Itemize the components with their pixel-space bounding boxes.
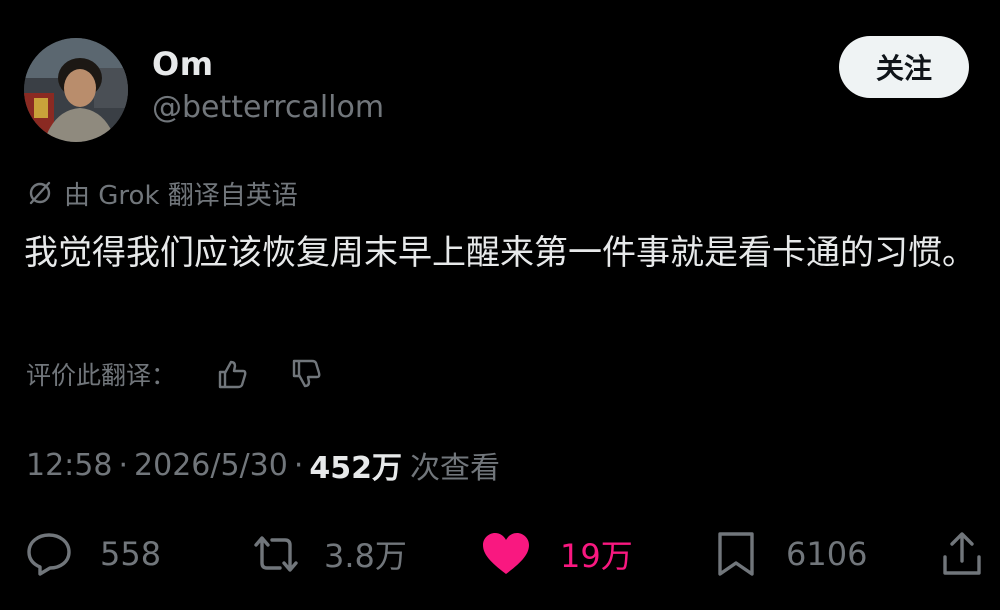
bookmark-count: 6106	[786, 535, 868, 573]
retweet-count: 3.8万	[324, 537, 407, 575]
reply-button[interactable]: 558	[24, 524, 161, 584]
thumbs-down-icon[interactable]	[288, 356, 324, 392]
share-button[interactable]	[940, 524, 984, 584]
thumbs-up-icon[interactable]	[214, 356, 250, 392]
tweet-meta: 12:58 · 2026/5/30 · 452万 次查看	[26, 443, 501, 487]
bookmark-icon	[714, 529, 758, 579]
reply-icon	[24, 529, 74, 579]
like-button[interactable]: 19万	[480, 524, 633, 584]
retweet-button[interactable]: 3.8万	[248, 524, 407, 584]
meta-separator: ·	[118, 447, 129, 483]
reply-count: 558	[100, 535, 162, 573]
action-bar: 558 3.8万 19万 6106	[0, 524, 1000, 584]
rate-translation-label: 评价此翻译：	[26, 361, 177, 390]
tweet-text: 我觉得我们应该恢复周末早上醒来第一件事就是看卡通的习惯。	[24, 233, 976, 273]
avatar[interactable]	[24, 38, 128, 142]
translation-notice[interactable]: 由 Grok 翻译自英语	[26, 176, 298, 211]
views-label: 次查看	[410, 451, 501, 486]
tweet-time[interactable]: 12:58	[26, 448, 112, 483]
follow-button[interactable]: 关注	[839, 36, 969, 98]
grok-icon	[26, 179, 54, 207]
translation-notice-text: 由 Grok 翻译自英语	[64, 180, 298, 211]
like-count: 19万	[560, 537, 633, 575]
user-handle[interactable]: @betterrcallom	[152, 88, 384, 128]
share-icon	[940, 529, 984, 579]
display-name[interactable]: Om	[152, 44, 214, 84]
rate-translation-row: 评价此翻译：	[26, 356, 324, 392]
meta-separator: ·	[293, 447, 304, 483]
retweet-icon	[248, 529, 304, 579]
heart-icon	[480, 529, 532, 579]
views-count[interactable]: 452万	[309, 443, 402, 487]
bookmark-button[interactable]: 6106	[714, 524, 867, 584]
tweet-date[interactable]: 2026/5/30	[134, 448, 288, 483]
